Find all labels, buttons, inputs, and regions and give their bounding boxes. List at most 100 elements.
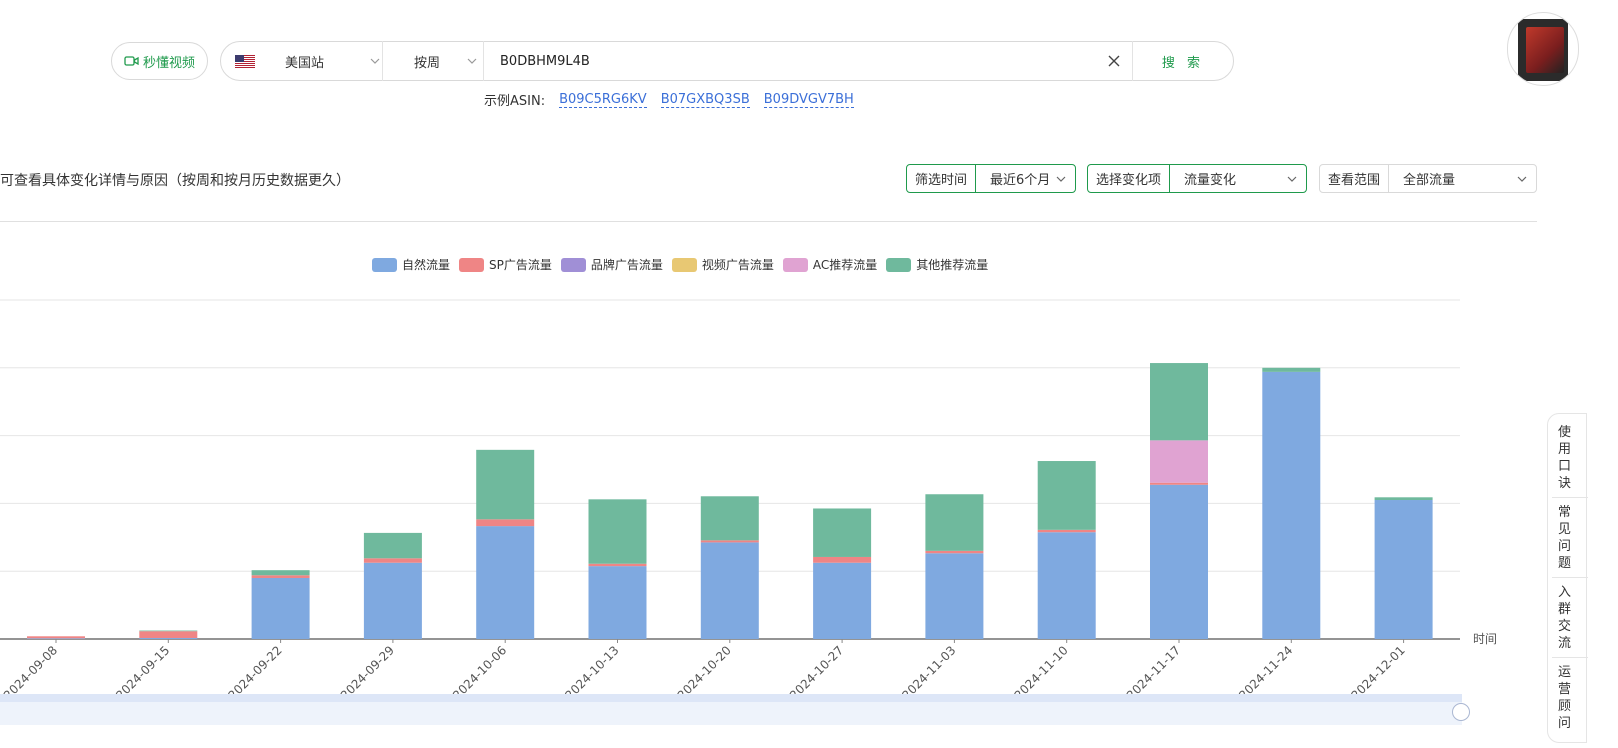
legend-swatch [671,257,697,272]
legend-item[interactable]: SP广告流量 [459,256,552,273]
x-tick-label: 2024-12-01 [1349,643,1408,700]
example-asin-link[interactable]: B09DVGV7BH [763,92,854,108]
product-thumbnail[interactable] [1507,12,1579,86]
bar-segment[interactable] [251,575,310,578]
asin-search-input[interactable] [500,51,1100,71]
side-item-faq[interactable]: 常见问题 [1558,504,1572,572]
bar-segment[interactable] [1262,367,1321,372]
bar-segment[interactable] [925,553,984,639]
bar-segment[interactable] [588,499,647,564]
bar-segment[interactable] [1037,461,1096,530]
zoom-handle[interactable] [1452,703,1470,721]
x-tick-label: 2024-09-29 [338,643,397,700]
example-asin-link[interactable]: B09C5RG6KV [559,92,647,108]
bar-segment[interactable] [588,563,647,567]
bar-segment[interactable] [476,526,535,639]
legend-swatch [886,257,912,272]
x-tick-label: 2024-09-08 [1,643,60,700]
us-flag-icon [235,54,255,68]
separator [1552,657,1588,658]
bar-segment[interactable] [1150,363,1208,441]
bar-segment[interactable] [813,556,872,563]
bar-segment[interactable] [27,636,85,639]
legend-item[interactable]: 品牌广告流量 [560,256,663,273]
bar-segment[interactable] [27,638,85,639]
side-item-consultant[interactable]: 运营顾问 [1558,664,1572,732]
legend-label: SP广告流量 [489,258,552,272]
site-select-value: 美国站 [285,55,325,71]
legend-label: AC推荐流量 [812,258,878,272]
legend-item[interactable]: 自然流量 [372,256,450,273]
side-help-panel: 使用口诀 常见问题 入群交流 运营顾问 [1547,413,1588,743]
legend-swatch [459,257,485,272]
bar-segment[interactable] [700,496,759,541]
separator [1552,497,1588,498]
example-asins: 示例ASIN: B09C5RG6KV B07GXBQ3SB B09DVGV7BH [484,90,854,109]
chevron-down-icon [1056,176,1066,182]
x-tick-label: 2024-09-22 [226,643,285,700]
legend-label: 品牌广告流量 [590,258,663,272]
period-select[interactable]: 按周 [383,41,483,81]
bar-segment[interactable] [700,540,759,543]
legend-item[interactable]: 其他推荐流量 [886,256,988,273]
x-tick-label: 2024-11-24 [1236,643,1295,700]
x-tick-label: 2024-10-06 [450,643,509,700]
site-select[interactable]: 美国站 [233,41,383,81]
legend-item[interactable]: AC推荐流量 [782,256,878,273]
separator [483,41,484,81]
bar-segment[interactable] [588,566,647,639]
traffic-stacked-bar-chart: 2024-09-08 2024-09-15 2024-09-22 2024-09-29… [0,299,1460,700]
bar-segment[interactable] [476,519,535,527]
legend-swatch [372,257,397,272]
bar-segment[interactable] [251,577,310,639]
time-filter-value: 最近6个月 [990,173,1051,188]
bar-segment[interactable] [363,558,422,563]
bar-segment[interactable] [1150,484,1208,639]
bar-segment[interactable] [1262,371,1321,639]
side-item-usage-tips[interactable]: 使用口诀 [1558,424,1572,492]
bar-segment[interactable] [925,494,984,551]
bar-segment[interactable] [139,631,198,638]
example-asin-link[interactable]: B07GXBQ3SB [660,92,750,108]
chart-description: 可查看具体变化详情与原因（按周和按月历史数据更久） [0,173,350,189]
change-item-filter-value: 流量变化 [1184,173,1237,188]
x-axis-name: 时间 [1473,632,1498,646]
bar-segment[interactable] [1374,500,1433,639]
x-tick-label: 2024-11-03 [899,643,958,700]
time-filter[interactable]: 筛选时间 最近6个月 [906,164,1076,193]
x-tick-label: 2024-10-13 [562,643,621,700]
time-filter-label: 筛选时间 [907,165,977,192]
legend-label: 视频广告流量 [701,258,774,272]
bar-segment[interactable] [251,570,310,576]
legend-label: 自然流量 [402,258,451,272]
side-item-join-group[interactable]: 入群交流 [1558,584,1572,652]
range-filter[interactable]: 查看范围 全部流量 [1319,164,1537,193]
bar-segment[interactable] [139,637,198,639]
legend-swatch [560,257,586,272]
separator [1552,577,1588,578]
close-icon[interactable] [1106,53,1122,69]
change-item-filter[interactable]: 选择变化项 流量变化 [1087,164,1307,193]
x-tick-label: 2024-10-20 [675,643,734,700]
change-item-filter-label: 选择变化项 [1088,165,1171,192]
bar-segment[interactable] [813,562,872,639]
bar-segment[interactable] [700,542,759,639]
bar-segment[interactable] [1374,497,1433,501]
bar-segment[interactable] [925,550,984,554]
bar-segment[interactable] [1150,482,1208,485]
product-image-cover [1526,27,1564,73]
bar-segment[interactable] [363,562,422,639]
range-filter-value: 全部流量 [1403,173,1456,188]
video-guide-button[interactable]: 秒懂视频 [111,42,208,80]
legend-item[interactable]: 视频广告流量 [671,256,774,273]
search-button[interactable]: 搜 索 [1133,41,1233,81]
bar-segment[interactable] [363,532,422,559]
bar-segment[interactable] [1037,529,1096,533]
bar-segment[interactable] [813,508,872,557]
bar-segment[interactable] [1037,532,1096,639]
bar-segment[interactable] [1150,440,1208,483]
bar-segment[interactable] [476,449,535,520]
bar-segment[interactable] [139,630,198,632]
legend-label: 其他推荐流量 [916,258,989,272]
x-tick-label: 2024-11-17 [1124,643,1183,700]
